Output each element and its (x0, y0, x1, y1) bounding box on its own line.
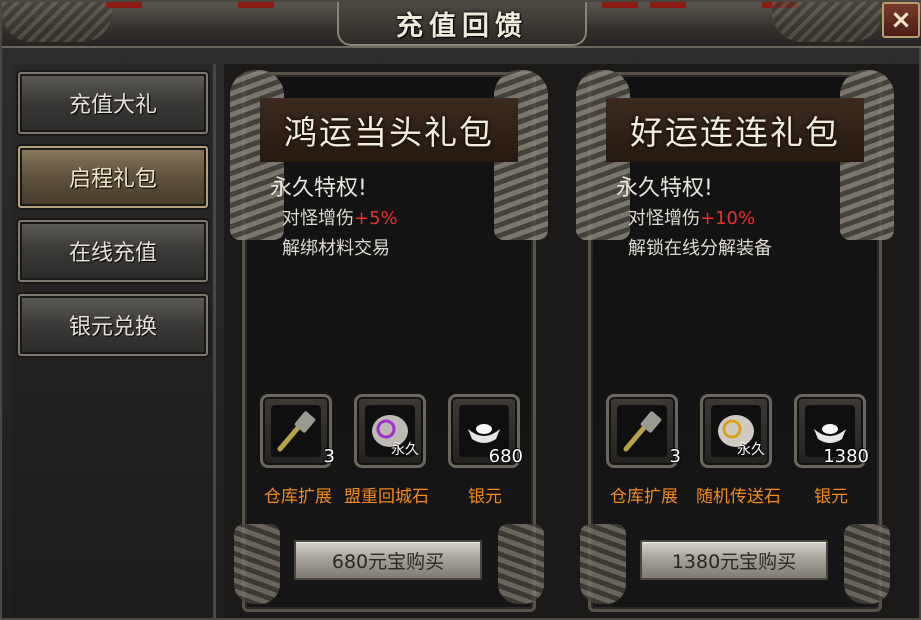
reward-item-slot[interactable]: 3 (606, 394, 681, 468)
window-title: 充值回馈 (396, 10, 528, 42)
permanent-privilege-label: 永久特权! (616, 176, 713, 201)
damage-bonus-line: 对怪增伤+5% (282, 204, 398, 230)
item-label: 银元 (814, 487, 848, 507)
damage-bonus-line: 对怪增伤+10% (628, 204, 755, 230)
title-plate: 充值回馈 (337, 2, 587, 46)
dragon-ornament-icon (580, 524, 626, 604)
reward-item-slot[interactable]: 永久 (354, 394, 426, 468)
item-permanent-tag: 永久 (391, 442, 419, 458)
dragon-ornament-left (2, 2, 112, 42)
damage-bonus-value: +5% (354, 208, 398, 229)
damage-bonus-value: +10% (700, 208, 756, 229)
pack-title: 鸿运当头礼包 (284, 113, 494, 152)
decor-chip (238, 2, 274, 8)
pack-title-bar: 鸿运当头礼包 (260, 98, 518, 162)
item-permanent-tag: 永久 (737, 442, 765, 458)
gift-pack-card: 好运连连礼包 永久特权! 对怪增伤+10% 解锁在线分解装备 3 永久 1380… (576, 70, 894, 612)
item-label: 仓库扩展 (264, 487, 332, 507)
reward-item-slot[interactable]: 1380 (794, 394, 869, 468)
sidebar-item-label: 在线充值 (68, 241, 157, 266)
dragon-ornament-icon (844, 524, 890, 604)
sidebar-item-label: 充值大礼 (68, 93, 157, 118)
buy-button[interactable]: 1380元宝购买 (640, 540, 828, 580)
hammer-icon (271, 405, 321, 457)
reward-item-slot[interactable]: 680 (448, 394, 523, 468)
buy-button[interactable]: 680元宝购买 (294, 540, 482, 580)
sidebar-item-label: 启程礼包 (68, 167, 157, 192)
item-label: 盟重回城石 (344, 487, 429, 507)
sidebar-item-online-recharge[interactable]: 在线充值 (18, 220, 208, 282)
decor-chip (106, 2, 142, 8)
item-label: 银元 (468, 487, 502, 507)
pack-title-bar: 好运连连礼包 (606, 98, 864, 162)
decor-chip (602, 2, 638, 8)
close-icon: × (890, 5, 912, 35)
item-count: 680 (488, 446, 523, 467)
sidebar-item-starter-pack[interactable]: 启程礼包 (18, 146, 208, 208)
reward-item-slot[interactable]: 永久 (700, 394, 772, 468)
item-label: 仓库扩展 (610, 487, 678, 507)
item-count: 1380 (823, 446, 869, 467)
sidebar-item-label: 银元兑换 (68, 315, 157, 340)
dragon-ornament-icon (498, 524, 544, 604)
sidebar: 充值大礼 启程礼包 在线充值 银元兑换 (12, 64, 216, 618)
dragon-ornament-right (772, 2, 882, 42)
dragon-ornament-icon (234, 524, 280, 604)
reward-item-slot[interactable]: 3 (260, 394, 335, 468)
pack-title: 好运连连礼包 (630, 113, 840, 152)
item-count: 3 (669, 446, 681, 467)
perk-line: 解锁在线分解装备 (628, 238, 772, 259)
gift-pack-card: 鸿运当头礼包 永久特权! 对怪增伤+5% 解绑材料交易 3 永久 680 仓库扩… (230, 70, 548, 612)
decor-chip (650, 2, 686, 8)
damage-bonus-label: 对怪增伤 (628, 208, 700, 229)
sidebar-item-silver-exchange[interactable]: 银元兑换 (18, 294, 208, 356)
hammer-icon (617, 405, 667, 457)
permanent-privilege-label: 永久特权! (270, 176, 367, 201)
perk-line: 解绑材料交易 (282, 238, 390, 259)
close-button[interactable]: × (882, 2, 920, 38)
sidebar-item-recharge-gift[interactable]: 充值大礼 (18, 72, 208, 134)
title-bar: 充值回馈 × (2, 2, 921, 48)
damage-bonus-label: 对怪增伤 (282, 208, 354, 229)
recharge-reward-window: 充值回馈 × 充值大礼 启程礼包 在线充值 银元兑换 鸿运当头礼包 永久特权! (0, 0, 921, 620)
item-label: 随机传送石 (696, 487, 781, 507)
item-count: 3 (323, 446, 335, 467)
